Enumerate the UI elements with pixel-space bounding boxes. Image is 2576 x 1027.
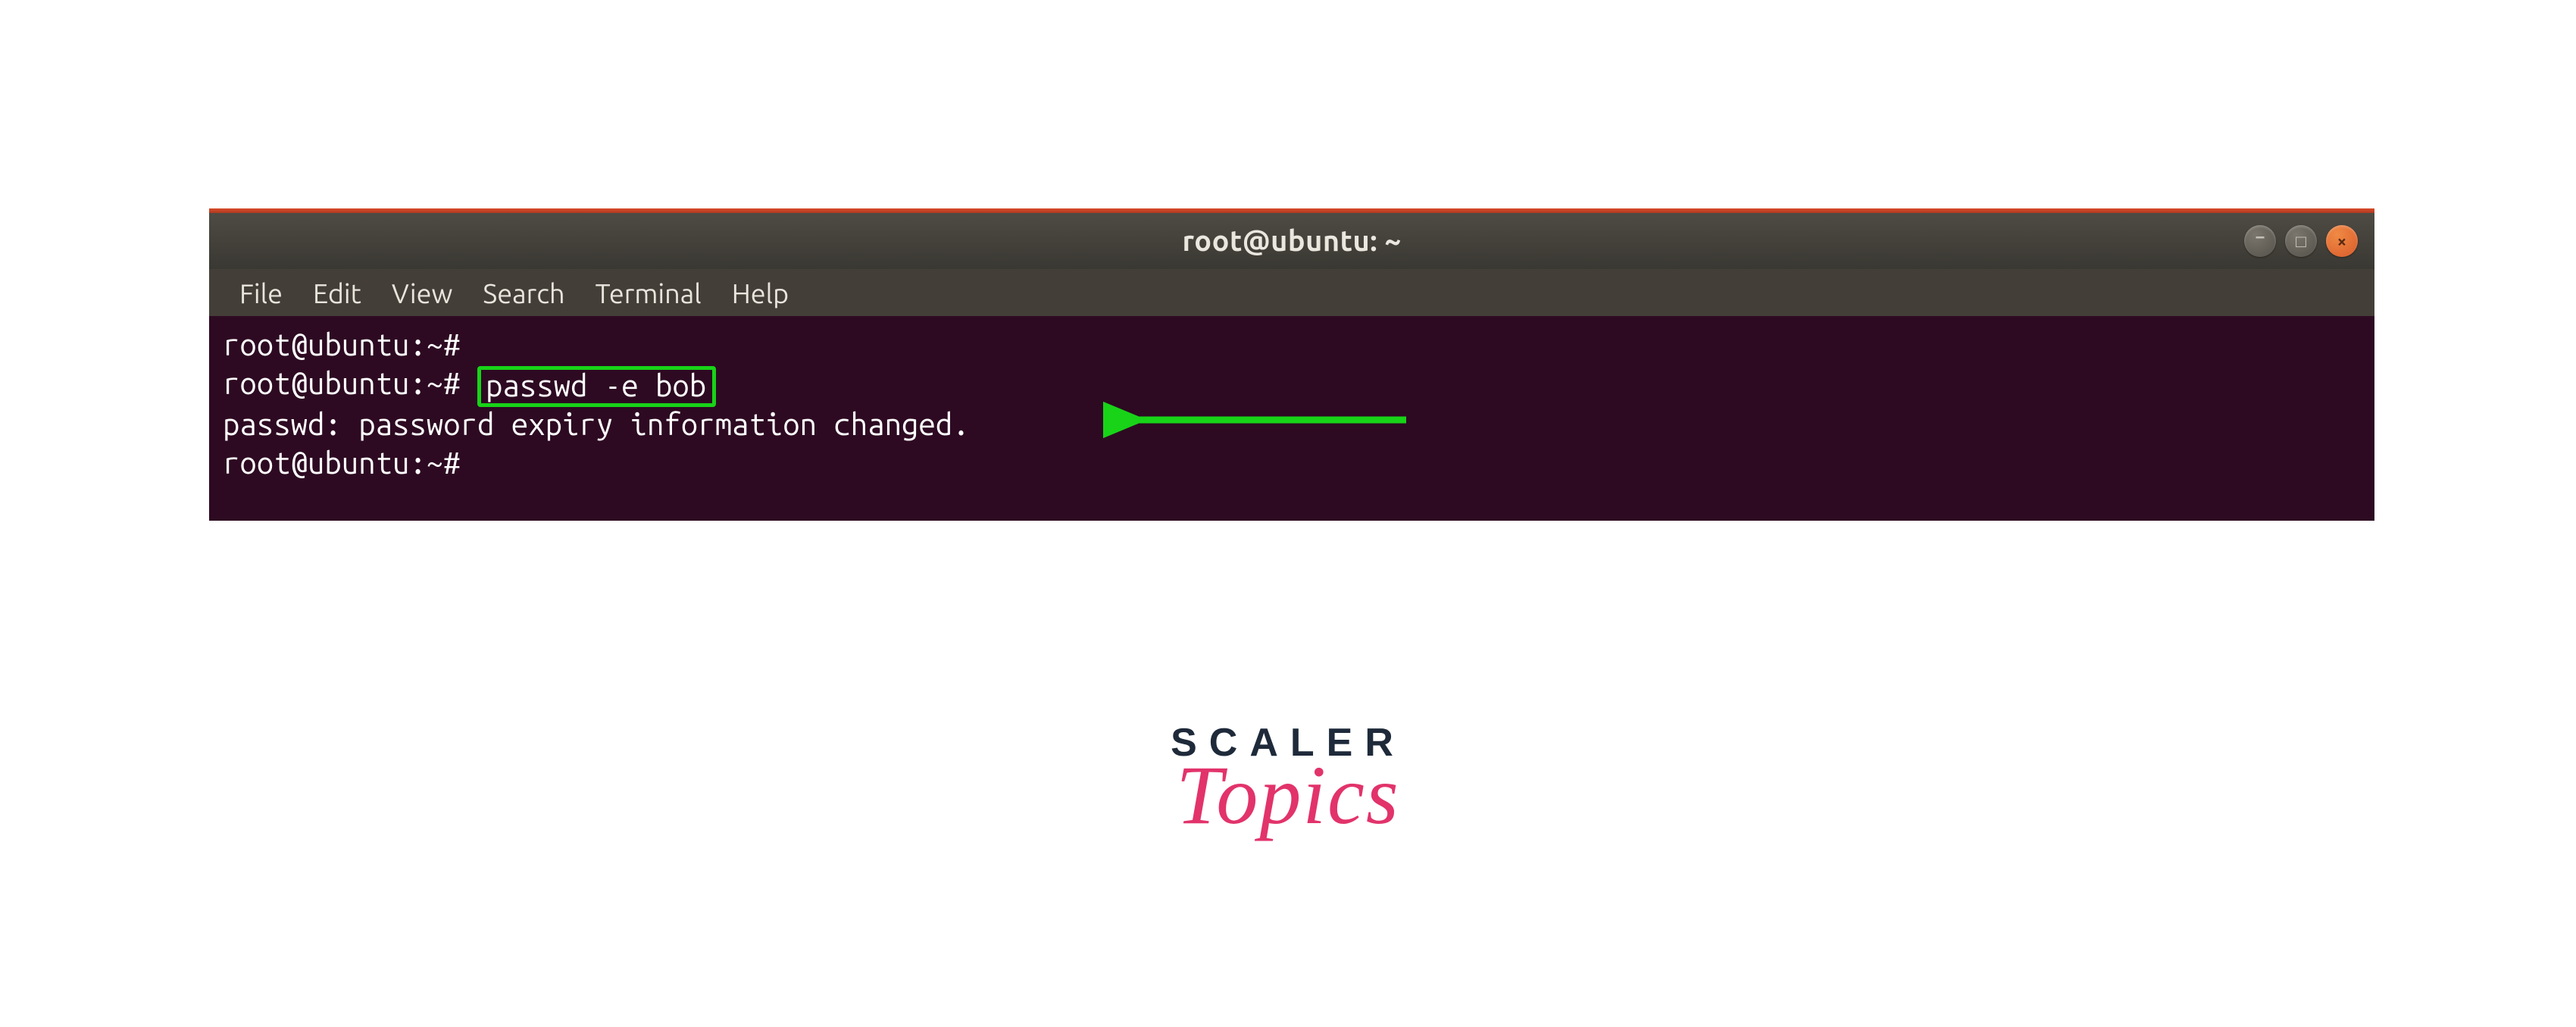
terminal-line-2: root@ubuntu:~# passwd -e bob (223, 364, 2361, 405)
highlighted-command: passwd -e bob (477, 366, 716, 407)
annotation-arrow-icon (1103, 401, 1421, 439)
menu-help[interactable]: Help (717, 277, 804, 308)
minimize-button[interactable]: – (2244, 225, 2276, 257)
menu-search[interactable]: Search (467, 277, 580, 308)
terminal-line-1: root@ubuntu:~# (223, 325, 2361, 364)
window-controls: – □ × (2244, 225, 2358, 257)
menu-edit[interactable]: Edit (298, 277, 377, 308)
terminal-body[interactable]: root@ubuntu:~# root@ubuntu:~# passwd -e … (209, 316, 2374, 521)
menu-file[interactable]: File (224, 277, 298, 308)
terminal-line-4: root@ubuntu:~# (223, 443, 2361, 482)
menu-view[interactable]: View (377, 277, 468, 308)
terminal-window: root@ubuntu: ~ – □ × File Edit View Sear… (209, 208, 2374, 521)
brand-logo: SCALER Topics (1171, 720, 1405, 844)
close-button[interactable]: × (2326, 225, 2358, 257)
menubar: File Edit View Search Terminal Help (209, 269, 2374, 316)
window-title: root@ubuntu: ~ (1182, 225, 1401, 257)
titlebar[interactable]: root@ubuntu: ~ – □ × (209, 213, 2374, 269)
brand-bottom-text: Topics (1171, 747, 1405, 844)
menu-terminal[interactable]: Terminal (580, 277, 717, 308)
prompt-text: root@ubuntu:~# (223, 366, 477, 400)
maximize-button[interactable]: □ (2285, 225, 2317, 257)
